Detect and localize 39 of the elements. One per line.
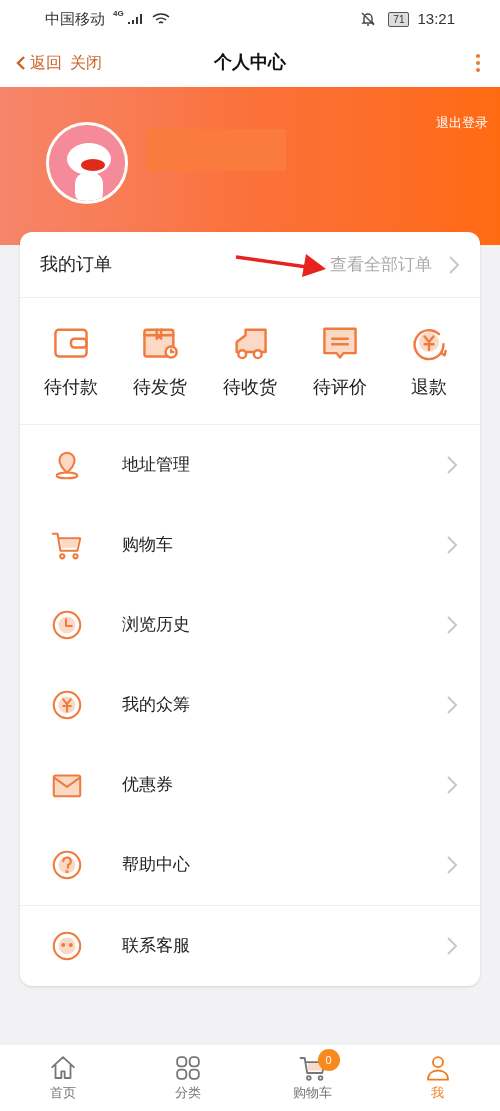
wifi-icon [151,12,170,26]
chevron-right-icon [446,695,458,715]
menu-item[interactable]: 帮助中心 [20,825,480,905]
order-status-button[interactable]: 退款 [389,321,470,401]
clock-icon [50,608,84,642]
order-status-button[interactable]: 待收货 [210,321,290,401]
chevron-right-icon [448,254,460,275]
chat-face-icon [50,929,84,963]
orders-title: 我的订单 [40,253,112,276]
bell-muted-icon [360,11,377,27]
signal-icon [127,13,144,25]
chevron-right-icon [446,455,458,475]
chevron-right-icon [446,615,458,635]
back-button[interactable]: 返回 [16,50,62,75]
menu-item[interactable]: 地址管理 [20,425,480,505]
cart-count-badge: 0 [317,1049,340,1072]
clock-time: 13:21 [417,8,455,29]
chevron-right-icon [446,535,458,555]
network-type: 4G [113,8,124,20]
menu-item[interactable]: 联系客服 [20,906,480,986]
battery-level: 71 [388,11,410,27]
chevron-right-icon [446,855,458,875]
chevron-right-icon [446,775,458,795]
menu-item[interactable]: 购物车 [20,505,480,585]
menu-item[interactable]: 浏览历史 [20,585,480,665]
chevron-left-icon [16,54,26,71]
order-status-button[interactable]: 待评价 [299,321,380,401]
order-status-button[interactable]: 待付款 [30,321,111,401]
yen-coin-icon [50,688,84,722]
close-button[interactable]: 关闭 [70,50,102,75]
carrier-name: 中国移动 [45,8,105,29]
chevron-right-icon [446,936,458,956]
menu-item[interactable]: 我的众筹 [20,665,480,745]
page-title: 个人中心 [214,51,286,74]
menu-item[interactable]: 优惠券 [20,745,480,825]
help-icon [50,848,84,882]
tab-bar-item[interactable]: 分类 [142,1053,233,1103]
tab-bar-item[interactable]: 首页 [17,1053,108,1103]
order-status-button[interactable]: 待发货 [120,321,201,401]
